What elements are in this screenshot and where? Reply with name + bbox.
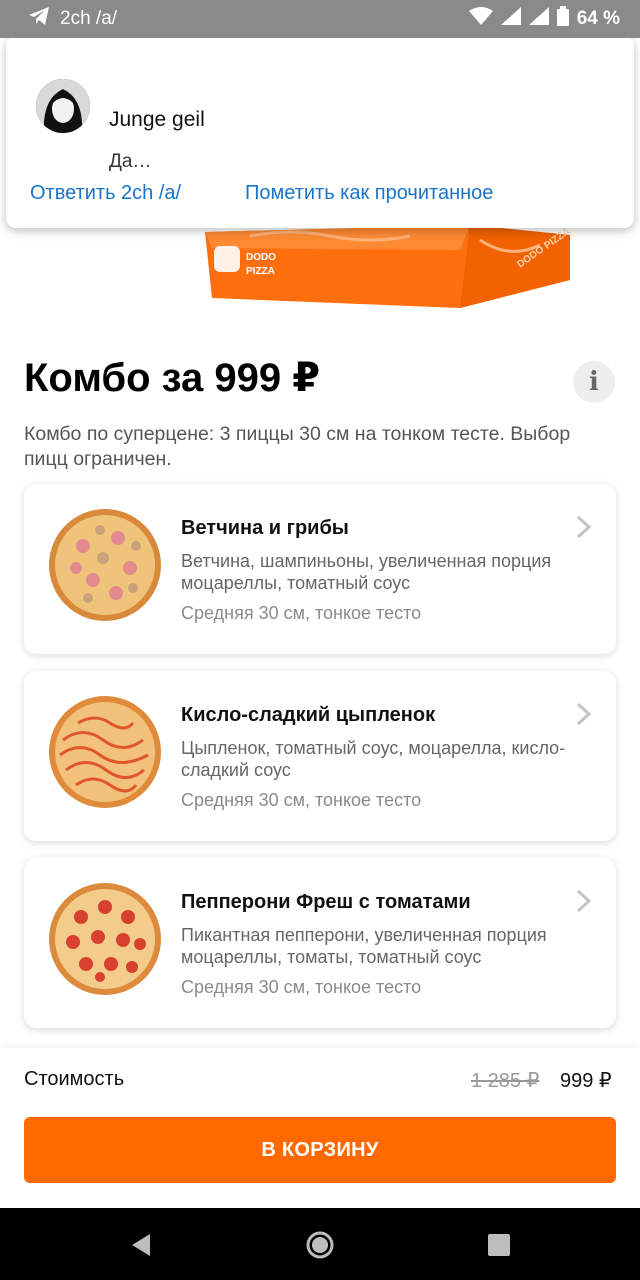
old-price: 1 285 ₽ (471, 1070, 540, 1092)
pizza-size: Средняя 30 см, тонкое тесто (181, 790, 422, 810)
wifi-icon (468, 7, 493, 31)
pizza-ingredients: Ветчина, шампиньоны, увеличенная порция … (181, 551, 552, 593)
notification-text: Да… (109, 151, 152, 172)
notification-card[interactable]: Junge geil Да… Ответить 2ch /a/ Пометить… (6, 36, 634, 228)
recents-icon[interactable] (484, 1230, 514, 1260)
pizza-card-ham-mushrooms[interactable]: Ветчина и грибы Ветчина, шампиньоны, уве… (24, 484, 616, 654)
chevron-right-icon (576, 889, 592, 913)
chevron-right-icon (576, 702, 592, 726)
add-to-cart-button[interactable]: В КОРЗИНУ (24, 1117, 616, 1183)
pizza-size: Средняя 30 см, тонкое тесто (181, 603, 422, 623)
hero-brand-1: DODO (246, 252, 276, 263)
reply-button[interactable]: Ответить 2ch /a/ (30, 182, 181, 205)
pizza-card-sweet-sour-chicken[interactable]: Кисло-сладкий цыпленок Цыпленок, томатны… (24, 671, 616, 841)
battery-percent: 64 % (576, 8, 620, 29)
battery-icon (556, 6, 569, 32)
back-icon[interactable] (126, 1230, 156, 1260)
pizza-image (49, 509, 161, 621)
pizza-ingredients: Пикантная пепперони, увеличенная порция … (181, 925, 547, 967)
avatar (36, 79, 90, 133)
cost-label: Стоимость (24, 1068, 125, 1090)
pizza-ingredients: Цыпленок, томатный соус, моцарелла, кисл… (181, 738, 566, 780)
pizza-image (49, 883, 161, 995)
info-icon[interactable]: i (573, 361, 615, 403)
pizza-name: Кисло-сладкий цыпленок (181, 704, 436, 726)
navigation-bar (0, 1208, 640, 1280)
telegram-icon (28, 6, 50, 32)
checkout-panel: Стоимость 1 285 ₽ 999 ₽ В КОРЗИНУ (0, 1048, 640, 1208)
pizza-image (49, 696, 161, 808)
pizza-name: Ветчина и грибы (181, 517, 349, 539)
chevron-right-icon (576, 515, 592, 539)
signal-icon-2 (528, 7, 549, 31)
pizza-card-pepperoni-fresh[interactable]: Пепперони Фреш с томатами Пикантная пепп… (24, 858, 616, 1028)
hero-brand-2: PIZZA (246, 266, 275, 277)
pizza-size: Средняя 30 см, тонкое тесто (181, 977, 422, 997)
status-app-text: 2ch /a/ (60, 8, 118, 29)
pizza-name: Пепперони Фреш с томатами (181, 891, 471, 913)
signal-icon (500, 7, 521, 31)
notification-title: Junge geil (109, 108, 205, 131)
status-bar: 2ch /a/ 64 % (0, 0, 640, 38)
new-price: 999 ₽ (560, 1070, 612, 1092)
page-title: Комбо за 999 ₽ (24, 356, 321, 400)
combo-description: Комбо по суперцене: 3 пиццы 30 см на тон… (24, 423, 571, 470)
home-icon[interactable] (305, 1230, 335, 1260)
mark-read-button[interactable]: Пометить как прочитанное (245, 182, 493, 205)
